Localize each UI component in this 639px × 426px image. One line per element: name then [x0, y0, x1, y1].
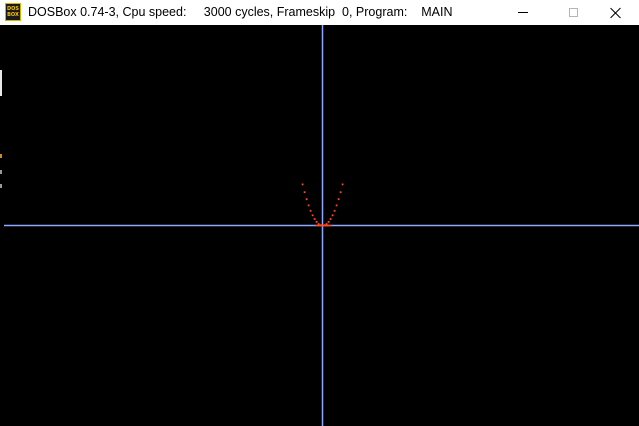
curve-point [309, 209, 312, 212]
curve-point [333, 209, 336, 212]
curve-point [325, 223, 328, 225]
curve-point [341, 183, 344, 186]
curve-point [301, 183, 304, 186]
curve-point [313, 218, 316, 220]
curve-point [303, 191, 306, 194]
curve-point [329, 218, 332, 220]
curve-point [307, 204, 310, 207]
curve-point [337, 198, 340, 201]
curve-point [305, 198, 308, 201]
maximize-icon [568, 8, 578, 17]
title-bar[interactable]: DOS BOX DOSBox 0.74-3, Cpu speed: 3000 c… [0, 0, 639, 25]
curve-point [317, 223, 320, 225]
plot-canvas [4, 25, 639, 426]
curve-point [327, 221, 330, 223]
close-button[interactable] [593, 0, 639, 25]
minimize-icon [518, 12, 528, 13]
maximize-button[interactable] [550, 0, 596, 25]
icon-text-bottom: BOX [7, 12, 19, 18]
window-title: DOSBox 0.74-3, Cpu speed: 3000 cycles, F… [28, 5, 453, 19]
dos-screen[interactable] [0, 25, 639, 426]
curve-point [315, 221, 318, 223]
curve-point [311, 214, 314, 217]
dosbox-window: DOS BOX DOSBox 0.74-3, Cpu speed: 3000 c… [0, 0, 639, 426]
dosbox-icon[interactable]: DOS BOX [5, 3, 21, 21]
curve-point [331, 214, 334, 217]
close-icon [610, 7, 622, 19]
curve-point [339, 191, 342, 194]
minimize-button[interactable] [500, 0, 546, 25]
curve-point [335, 204, 338, 207]
